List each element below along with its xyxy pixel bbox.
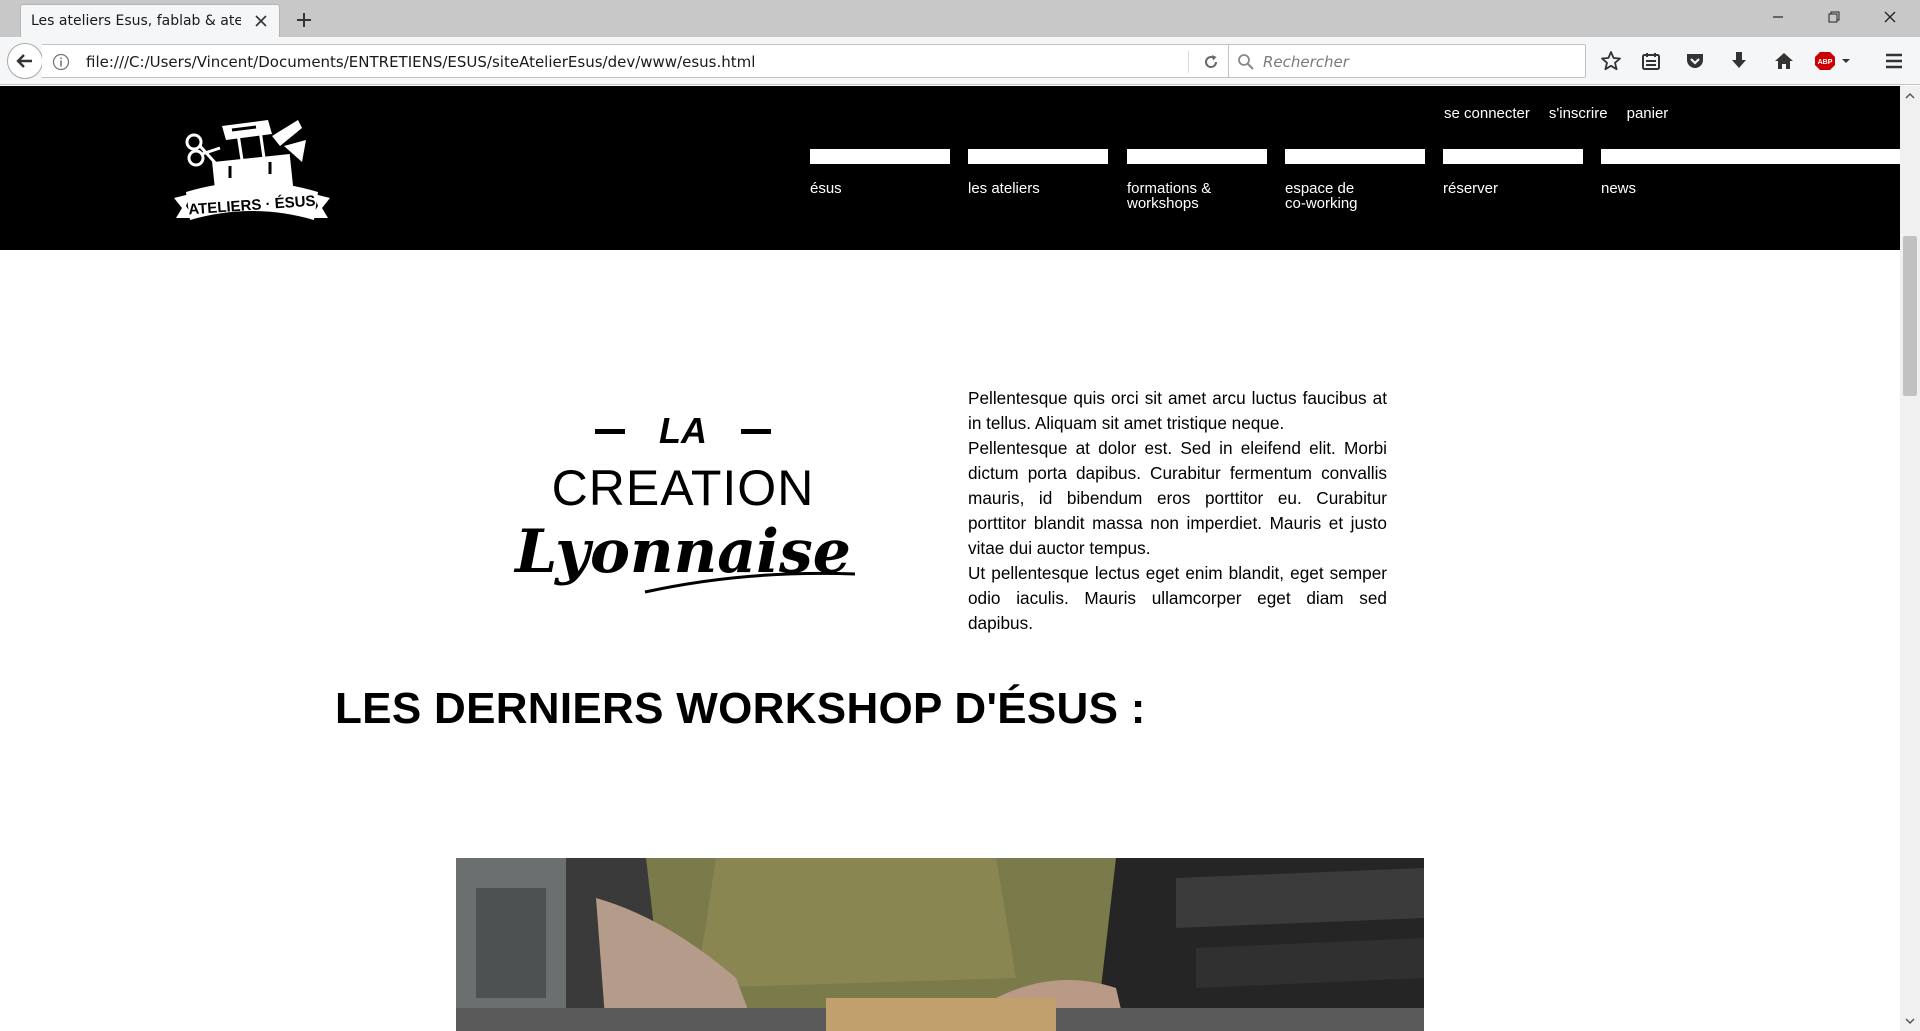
logo-line-lyonnaise: Lyonnaise <box>513 517 851 587</box>
menu-icon[interactable] <box>1880 47 1908 75</box>
url-bar[interactable]: file:///C:/Users/Vincent/Documents/ENTRE… <box>42 44 1232 78</box>
info-icon[interactable] <box>52 53 70 71</box>
section-title: LES DERNIERS WORKSHOP D'ÉSUS : <box>335 684 1146 733</box>
signup-link[interactable]: s'inscrire <box>1549 105 1608 122</box>
site-header: ATELIERS · ÉSUS se connecter s'inscrire … <box>0 86 1900 250</box>
star-icon[interactable] <box>1597 47 1625 75</box>
back-arrow-icon <box>16 54 32 68</box>
menu-bar <box>1127 149 1267 164</box>
tab-title: Les ateliers Esus, fablab & atel... <box>31 13 241 29</box>
page-scrollbar[interactable] <box>1900 86 1920 1031</box>
menu-item-ateliers[interactable]: les ateliers <box>968 149 1108 239</box>
home-icon[interactable] <box>1770 47 1798 75</box>
menu-label: ésus <box>810 180 842 197</box>
search-placeholder: Rechercher <box>1263 53 1349 71</box>
search-bar[interactable]: Rechercher <box>1228 44 1586 78</box>
close-tab-icon[interactable] <box>251 11 271 31</box>
menu-label: news <box>1601 180 1637 197</box>
url-text[interactable]: file:///C:/Users/Vincent/Documents/ENTRE… <box>86 53 755 71</box>
navigation-toolbar: file:///C:/Users/Vincent/Documents/ENTRE… <box>0 37 1920 85</box>
close-window-icon[interactable] <box>1862 0 1918 34</box>
url-separator <box>1188 51 1189 73</box>
menu-item-esus[interactable]: ésus <box>810 149 950 239</box>
menu-bar <box>1285 149 1425 164</box>
reload-icon[interactable] <box>1199 51 1223 73</box>
logo-line-creation: CREATION <box>552 460 815 516</box>
menu-label: espace de co-working <box>1285 180 1358 212</box>
scroll-thumb[interactable] <box>1903 236 1917 396</box>
menu-item-news[interactable]: news <box>1601 149 1900 239</box>
menu-label: réserver <box>1443 180 1499 197</box>
login-link[interactable]: se connecter <box>1444 105 1530 122</box>
adblock-icon[interactable]: ABP <box>1814 47 1854 75</box>
scroll-up-icon <box>1905 92 1915 99</box>
menu-bar <box>810 149 950 164</box>
minimize-icon[interactable] <box>1750 0 1806 34</box>
svg-text:ABP: ABP <box>1818 59 1833 66</box>
pocket-icon[interactable] <box>1681 47 1709 75</box>
workshop-photo[interactable] <box>456 858 1424 1031</box>
menu-bar <box>1443 149 1583 164</box>
user-links: se connecter s'inscrire panier <box>1444 105 1668 122</box>
new-tab-icon[interactable] <box>292 8 316 32</box>
menu-label: formations & workshops <box>1127 180 1212 212</box>
main-menu: ésus les ateliers formations & workshops… <box>810 149 1900 239</box>
download-icon[interactable] <box>1725 47 1753 75</box>
menu-item-coworking[interactable]: espace de co-working <box>1285 149 1425 239</box>
menu-item-formations[interactable]: formations & workshops <box>1127 149 1267 239</box>
intro-text: Pellentesque quis orci sit amet arcu luc… <box>968 386 1387 636</box>
menu-item-reserver[interactable]: réserver <box>1443 149 1583 239</box>
menu-bar <box>968 149 1108 164</box>
intro-paragraph: Pellentesque at dolor est. Sed in eleife… <box>968 438 1387 558</box>
cart-link[interactable]: panier <box>1627 105 1669 122</box>
page-viewport: ATELIERS · ÉSUS se connecter s'inscrire … <box>0 86 1900 1031</box>
logo-line-la: LA <box>659 410 707 451</box>
reader-list-icon[interactable] <box>1637 47 1665 75</box>
intro-paragraph: Pellentesque quis orci sit amet arcu luc… <box>968 388 1387 433</box>
scroll-down-icon <box>1905 1018 1915 1025</box>
ateliers-esus-logo[interactable]: ATELIERS · ÉSUS <box>172 106 332 234</box>
search-icon <box>1237 53 1255 71</box>
intro-paragraph: Ut pellentesque lectus eget enim blandit… <box>968 563 1387 633</box>
creation-lyonnaise-logo: LA CREATION Lyonnaise <box>505 402 865 614</box>
tab-strip: Les ateliers Esus, fablab & atel... <box>0 0 1920 37</box>
browser-tab-active[interactable]: Les ateliers Esus, fablab & atel... <box>20 4 280 37</box>
restore-icon[interactable] <box>1806 0 1862 34</box>
menu-label: les ateliers <box>968 180 1040 197</box>
menu-bar <box>1601 149 1900 164</box>
back-button[interactable] <box>7 43 43 79</box>
